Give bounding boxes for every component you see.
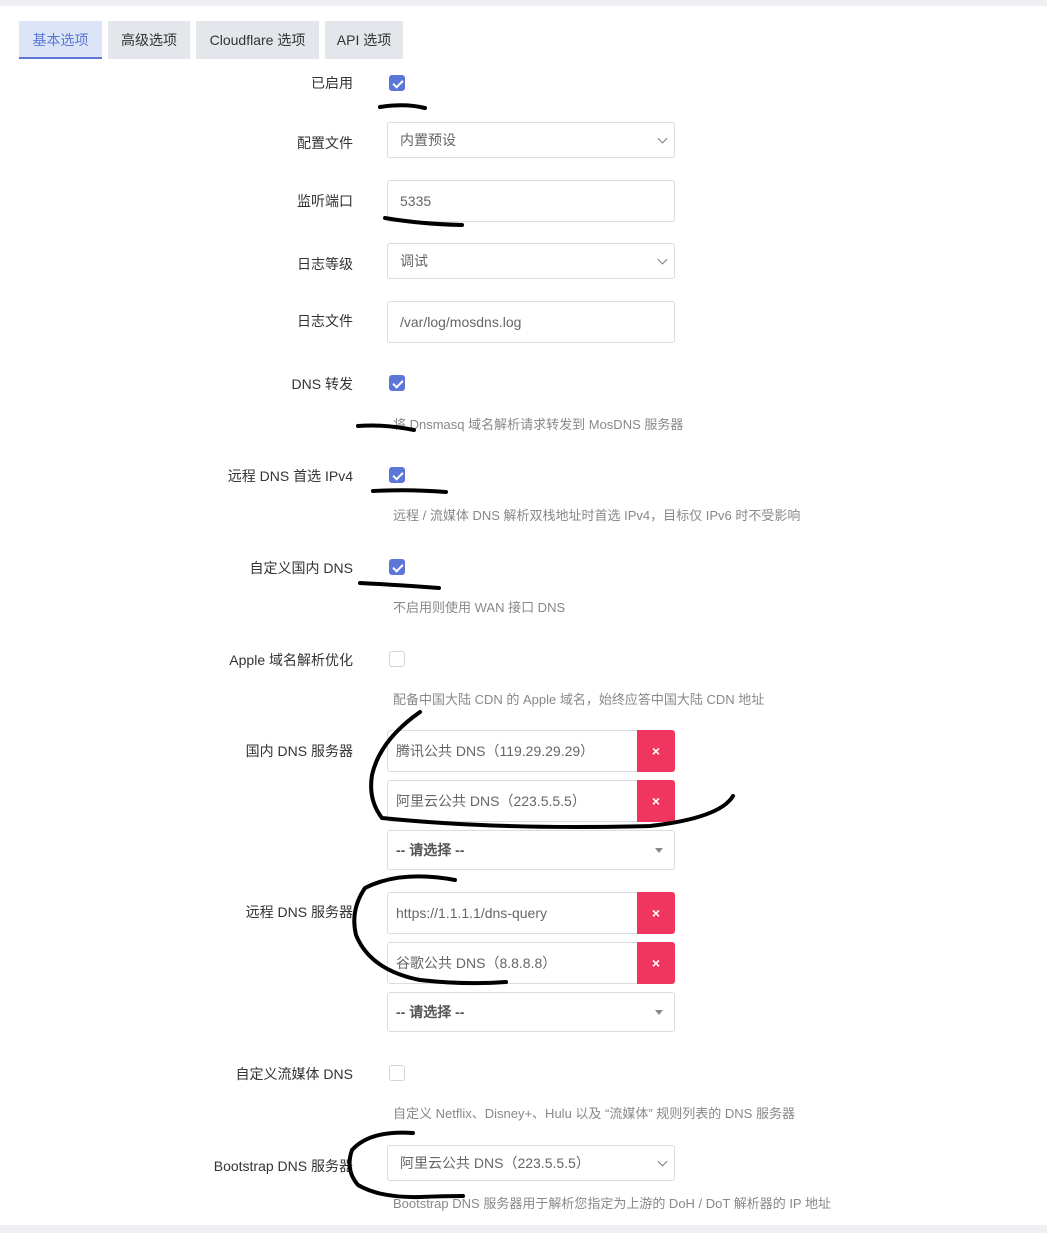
enabled-checkbox[interactable] — [389, 75, 405, 91]
custom-local-dns-checkbox[interactable] — [389, 559, 405, 575]
local-dns-add-select[interactable]: -- 请选择 -- — [387, 830, 675, 870]
settings-card: 基本选项 高级选项 Cloudflare 选项 API 选项 已启用 配置文件 … — [0, 6, 1047, 1225]
remove-button[interactable]: × — [637, 942, 675, 984]
bootstrap-dns-select[interactable]: 阿里云公共 DNS（223.5.5.5） — [387, 1145, 675, 1181]
local-dns-placeholder: -- 请选择 -- — [396, 842, 465, 858]
dns-forward-desc: 将 Dnsmasq 域名解析请求转发到 MosDNS 服务器 — [393, 417, 684, 432]
tab-cloudflare[interactable]: Cloudflare 选项 — [196, 21, 319, 59]
chevron-down-icon — [657, 1156, 668, 1167]
bootstrap-dns-value: 阿里云公共 DNS（223.5.5.5） — [400, 1155, 590, 1171]
stream-dns-label: 自定义流媒体 DNS — [235, 1066, 353, 1082]
chevron-down-icon — [657, 254, 668, 265]
config-file-select[interactable]: 内置预设 — [387, 122, 675, 158]
apple-opt-label: Apple 域名解析优化 — [229, 652, 353, 668]
log-file-value: /var/log/mosdns.log — [400, 314, 522, 330]
remote-dns-item: https://1.1.1.1/dns-query × — [387, 892, 675, 934]
apple-opt-desc: 配备中国大陆 CDN 的 Apple 域名，始终应答中国大陆 CDN 地址 — [393, 692, 765, 707]
local-dns-label: 国内 DNS 服务器 — [245, 743, 353, 759]
local-dns-item: 腾讯公共 DNS（119.29.29.29） × — [387, 730, 675, 772]
custom-local-dns-label: 自定义国内 DNS — [249, 560, 353, 576]
enabled-label: 已启用 — [311, 75, 353, 91]
log-level-select[interactable]: 调试 — [387, 243, 675, 279]
listen-port-input[interactable]: 5335 — [387, 180, 675, 222]
apple-opt-checkbox[interactable] — [389, 651, 405, 667]
stream-dns-checkbox[interactable] — [389, 1065, 405, 1081]
listen-port-label: 监听端口 — [297, 193, 353, 209]
tab-api[interactable]: API 选项 — [325, 21, 403, 59]
remote-dns-placeholder: -- 请选择 -- — [396, 1004, 465, 1020]
caret-down-icon — [655, 1010, 663, 1015]
remote-dns-item: 谷歌公共 DNS（8.8.8.8） × — [387, 942, 675, 984]
tab-advanced[interactable]: 高级选项 — [108, 21, 190, 59]
log-level-label: 日志等级 — [297, 256, 353, 272]
remote-dns-label: 远程 DNS 服务器 — [245, 904, 353, 920]
local-dns-item: 阿里云公共 DNS（223.5.5.5） × — [387, 780, 675, 822]
remove-button[interactable]: × — [637, 730, 675, 772]
prefer-ipv4-checkbox[interactable] — [389, 467, 405, 483]
stream-dns-desc: 自定义 Netflix、Disney+、Hulu 以及 “流媒体” 规则列表的 … — [393, 1106, 795, 1121]
remote-dns-item-text: 谷歌公共 DNS（8.8.8.8） — [396, 955, 557, 971]
config-file-label: 配置文件 — [297, 135, 353, 151]
chevron-down-icon — [657, 133, 668, 144]
log-file-input[interactable]: /var/log/mosdns.log — [387, 301, 675, 343]
remote-dns-item-text: https://1.1.1.1/dns-query — [396, 905, 547, 921]
log-file-label: 日志文件 — [297, 313, 353, 329]
listen-port-value: 5335 — [400, 193, 432, 209]
log-level-value: 调试 — [400, 253, 428, 269]
local-dns-item-text: 腾讯公共 DNS（119.29.29.29） — [396, 743, 595, 759]
remove-button[interactable]: × — [637, 780, 675, 822]
remove-button[interactable]: × — [637, 892, 675, 934]
dns-forward-checkbox[interactable] — [389, 375, 405, 391]
prefer-ipv4-label: 远程 DNS 首选 IPv4 — [227, 468, 353, 484]
local-dns-item-text: 阿里云公共 DNS（223.5.5.5） — [396, 793, 586, 809]
bootstrap-dns-label: Bootstrap DNS 服务器 — [213, 1158, 353, 1174]
remote-dns-add-select[interactable]: -- 请选择 -- — [387, 992, 675, 1032]
config-file-value: 内置预设 — [400, 132, 456, 148]
custom-local-dns-desc: 不启用则使用 WAN 接口 DNS — [393, 600, 566, 615]
caret-down-icon — [655, 848, 663, 853]
bootstrap-dns-desc: Bootstrap DNS 服务器用于解析您指定为上游的 DoH / DoT 解… — [393, 1196, 831, 1211]
tab-basic[interactable]: 基本选项 — [19, 21, 102, 59]
dns-forward-label: DNS 转发 — [291, 376, 353, 392]
prefer-ipv4-desc: 远程 / 流媒体 DNS 解析双栈地址时首选 IPv4，目标仅 IPv6 时不受… — [393, 508, 801, 523]
